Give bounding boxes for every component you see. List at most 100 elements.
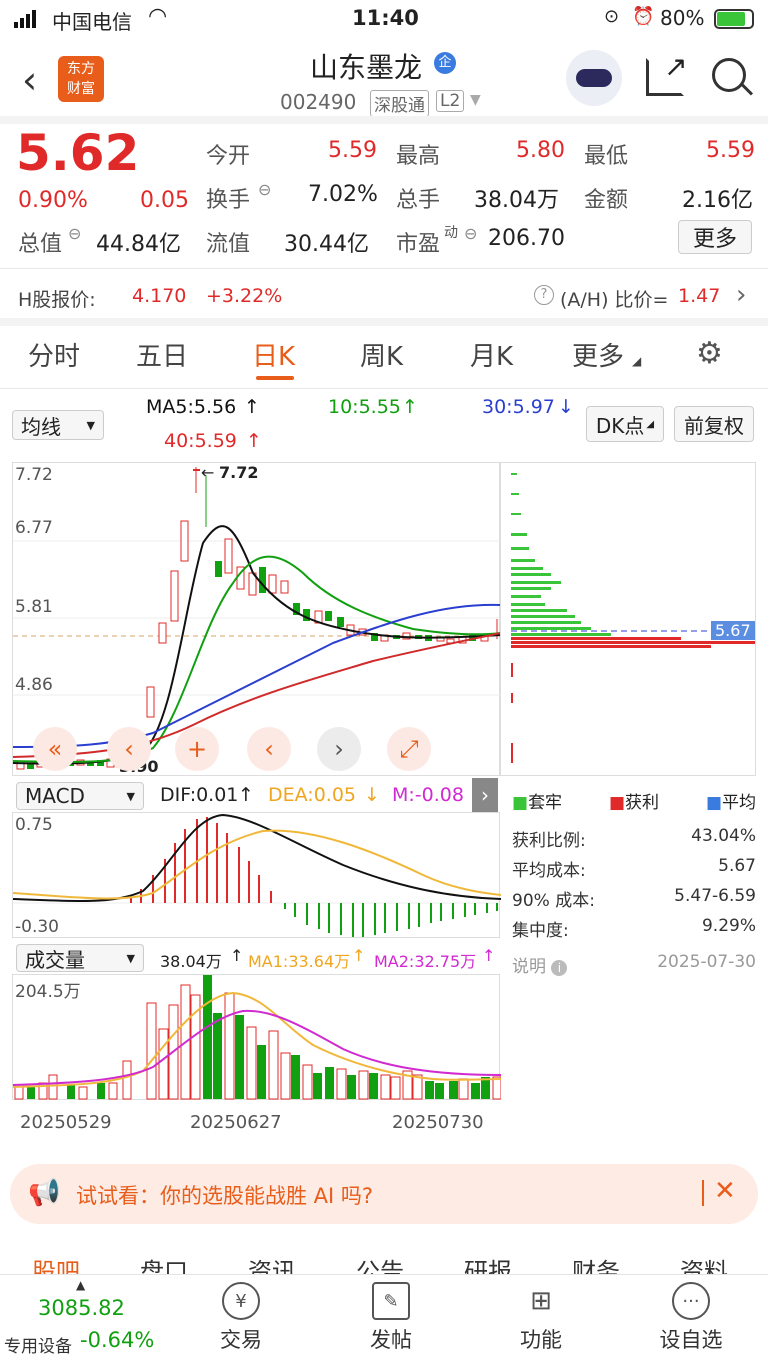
more-button[interactable]: 更多 [678, 220, 752, 254]
macd-m: M:-0.08 [392, 784, 464, 806]
tab-five-day[interactable]: 五日 [136, 336, 188, 373]
avg-cost-row: 平均成本: 5.67 [512, 856, 756, 881]
open-label: 今开 [206, 144, 251, 169]
price-tick-4: 4.86 [15, 675, 53, 695]
search-icon-handle [740, 83, 754, 96]
help-icon[interactable]: ? [534, 285, 554, 305]
alarm-icon: ⏰ [632, 6, 655, 27]
dk-caret: ◢ [646, 418, 655, 430]
promo-banner[interactable]: 📢 试试看：你的选股能战胜 AI 吗? ✕ [10, 1164, 758, 1224]
concentration-value: 9.29% [701, 916, 756, 936]
macd-selector-label: MACD [25, 784, 85, 808]
concentration-label: 集中度: [512, 921, 569, 941]
amount-label: 金额 [584, 188, 629, 213]
trade-button[interactable]: ¥ 交易 [186, 1282, 296, 1354]
expand-icon[interactable]: ⤢ [387, 727, 431, 771]
chip-distribution-frame: 5.67 [500, 462, 756, 776]
macd-dif-arrow: ↑ [238, 784, 254, 806]
index-value[interactable]: 3085.82 [38, 1296, 125, 1320]
chevron-right-icon[interactable]: › [736, 280, 746, 310]
watchlist-label: 设自选 [659, 1328, 723, 1352]
app-root: { "status_bar": {"carrier": "中国电信", "tim… [0, 0, 768, 1366]
ma30-line [13, 603, 501, 748]
chevron-left-icon[interactable]: ‹ [247, 727, 291, 771]
macd-selector[interactable]: MACD ▼ [16, 782, 144, 810]
max-price-arrow: ← [201, 463, 215, 482]
tab-daily-k[interactable]: 日K [252, 336, 295, 373]
tab-monthly-k[interactable]: 月K [470, 336, 513, 373]
chip-note[interactable]: 说明 i [512, 952, 568, 977]
lock-rotation-icon: ⊙ [604, 6, 620, 27]
app-logo: 东方 财富 [58, 56, 104, 102]
dif-line [13, 813, 501, 903]
battery-label: 80% [660, 6, 705, 30]
legend-average: ■平均 [705, 793, 756, 813]
ma-selector[interactable]: 均线 ▼ [12, 410, 104, 440]
macd-bottom-tick: -0.30 [15, 917, 59, 937]
back-icon[interactable]: ‹ [22, 58, 37, 102]
dropdown-icon: ▼ [126, 789, 135, 803]
chip-note-row[interactable]: 说明 i 2025-07-30 [512, 952, 756, 977]
ma-selector-label: 均线 [21, 414, 61, 439]
enterprise-badge: 企 [434, 52, 456, 74]
divider [0, 268, 768, 269]
robot-avatar-icon[interactable] [566, 50, 622, 106]
chip-distribution [511, 473, 755, 763]
pe-info-icon[interactable]: ⊖ [464, 224, 477, 243]
wifi-icon: ◠ [148, 4, 168, 29]
kline-chart-frame[interactable]: 7.72 6.77 5.81 4.86 ← 7.72 3.90 « ‹ + ‹ … [12, 462, 501, 776]
tab-timeshare[interactable]: 分时 [28, 336, 80, 373]
chip-date: 2025-07-30 [657, 952, 756, 972]
settings-gear-icon[interactable]: ⚙ [696, 336, 723, 371]
dropdown-icon[interactable]: ▼ [470, 92, 481, 108]
dk-point-button[interactable]: DK点 ◢ [586, 406, 664, 442]
volume-ma1-arrow: ↑ [352, 946, 366, 965]
turnover-info-icon[interactable]: ⊖ [258, 180, 271, 199]
close-icon[interactable]: ✕ [714, 1176, 736, 1206]
post-button[interactable]: ✎ 发帖 [336, 1282, 446, 1354]
rewind-icon[interactable]: « [33, 727, 77, 771]
cost90-value: 5.47-6.59 [674, 886, 756, 906]
macd-more-icon[interactable]: › [472, 778, 498, 812]
promo-divider [702, 1180, 704, 1206]
volume-ma2: MA2:32.75万 [374, 952, 477, 971]
turnover-value: 7.02% [308, 182, 378, 207]
more-dots-icon: ··· [672, 1282, 710, 1320]
divider [0, 318, 768, 326]
legend-profit: ■获利 [608, 793, 660, 813]
ah-ratio-value: 1.47 [678, 285, 721, 307]
pe-label: 市盈 [396, 232, 441, 257]
high-label: 最高 [396, 144, 441, 169]
volume-selector[interactable]: 成交量 ▼ [16, 944, 144, 972]
volume-top-tick: 204.5万 [15, 982, 81, 1002]
pe-sup: 动 [444, 225, 458, 241]
ah-ratio-label: (A/H) 比价= [560, 289, 669, 311]
avg-cost-label: 平均成本: [512, 861, 586, 881]
search-icon[interactable] [712, 58, 746, 92]
adjust-button[interactable]: 前复权 [674, 406, 754, 442]
ma5-line [13, 525, 501, 765]
volume-ma1: MA1:33.64万 [248, 952, 351, 971]
tab-more[interactable]: 更多 [572, 336, 624, 373]
function-button[interactable]: ⊞ 功能 [486, 1282, 596, 1354]
max-price-mark: 7.72 [219, 463, 259, 482]
divider [0, 388, 768, 389]
info-icon: i [551, 960, 568, 976]
low-value: 5.59 [706, 138, 755, 163]
function-label: 功能 [520, 1328, 562, 1352]
chevron-right-icon[interactable]: › [317, 727, 361, 771]
macd-dif: DIF:0.01 [160, 784, 239, 806]
macd-chart-frame: 0.75 -0.30 [12, 812, 501, 938]
info-icon[interactable]: ⊖ [68, 224, 81, 243]
nav-left-faint-icon[interactable]: ‹ [107, 727, 151, 771]
ma30-arrow: ↓ [558, 396, 574, 418]
total-cap-value: 44.84亿 [96, 232, 181, 257]
zoom-in-icon[interactable]: + [175, 727, 219, 771]
divider [0, 116, 768, 124]
change-pct: 0.90% [18, 188, 88, 213]
volume-arrow: ↑ [230, 946, 244, 965]
add-watchlist-button[interactable]: ··· 设自选 [636, 1282, 746, 1354]
tab-weekly-k[interactable]: 周K [360, 336, 403, 373]
tab-more-caret: ◢ [632, 354, 642, 368]
carrier-label: 中国电信 [52, 10, 132, 34]
